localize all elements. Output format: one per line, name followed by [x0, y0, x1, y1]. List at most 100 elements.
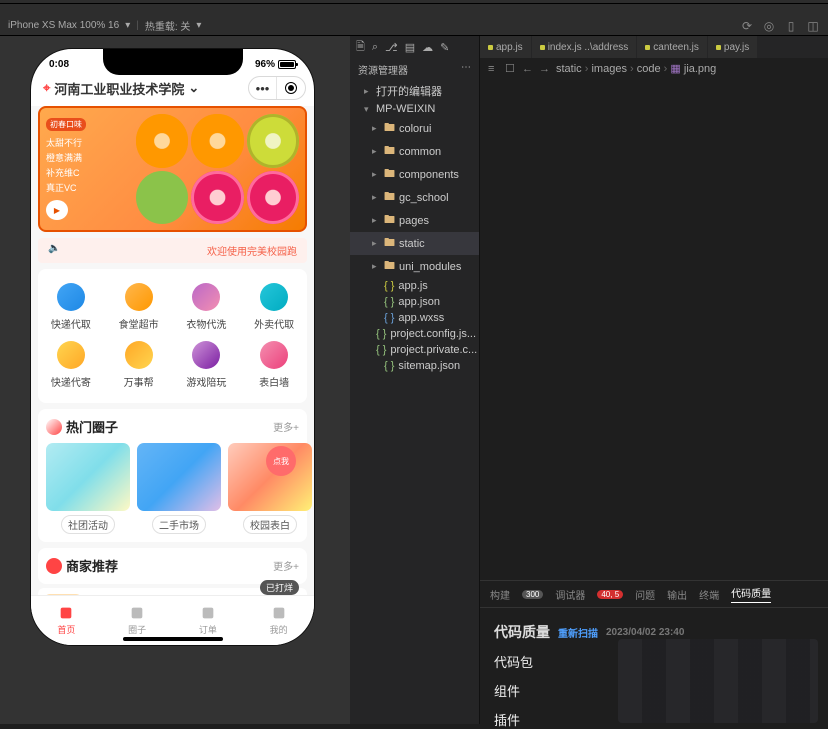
folder-icon: 🖿	[384, 119, 395, 138]
chevron-down-icon[interactable]: ▾	[125, 20, 130, 31]
circle-icon	[128, 605, 146, 621]
capsule-close-icon[interactable]	[277, 77, 305, 99]
tree-folder[interactable]: ▸🖿common	[350, 140, 479, 163]
menu-icon	[125, 283, 153, 311]
breadcrumb-item[interactable]: ▦ jia.png	[670, 63, 716, 75]
breadcrumb[interactable]: ≡ ☐ ← → static › images › code › ▦ jia.p…	[480, 58, 828, 79]
editor-tab[interactable]: pay.js	[708, 36, 757, 58]
editor-tab[interactable]: app.js	[480, 36, 531, 58]
js-icon	[488, 45, 493, 50]
hot-reload[interactable]: 热重载: 关	[145, 18, 191, 33]
tab-3[interactable]: 我的	[243, 596, 314, 645]
branch-icon[interactable]: ⎇	[385, 41, 398, 54]
file-icon: { }	[384, 312, 394, 324]
menu-item[interactable]: 快递代取	[42, 283, 100, 331]
bp-tab[interactable]: 终端	[699, 587, 719, 602]
files-icon[interactable]: 🗎	[356, 38, 365, 57]
banner-button[interactable]: ▶	[46, 200, 68, 220]
tree-file[interactable]: { }project.config.js...	[350, 326, 479, 342]
more-link[interactable]: 更多+	[273, 558, 299, 573]
timestamp: 2023/04/02 23:40	[606, 627, 684, 638]
circle-card[interactable]: 二手市场	[137, 443, 221, 534]
menu-icon[interactable]: ≡	[488, 63, 500, 75]
capsule-menu-icon[interactable]: •••	[249, 77, 277, 99]
menu-item[interactable]: 衣物代洗	[178, 283, 236, 331]
menu-item[interactable]: 快递代寄	[42, 341, 100, 389]
js-icon	[540, 45, 545, 50]
arrow-right-icon[interactable]: →	[539, 63, 551, 75]
breadcrumb-item[interactable]: static	[556, 63, 582, 75]
tree-folder[interactable]: ▸🖿uni_modules	[350, 255, 479, 278]
menu-label: 表白墙	[259, 374, 289, 389]
menu-icon	[260, 341, 288, 369]
banner[interactable]: 初春口味 太甜不行橙意满满补充维C真正VC ▶	[38, 106, 307, 232]
tree-open-editors[interactable]: ▸打开的编辑器	[350, 81, 479, 101]
breadcrumb-item[interactable]: code	[637, 63, 661, 75]
device-label[interactable]: iPhone XS Max 100% 16	[8, 20, 119, 31]
menu-item[interactable]: 外卖代取	[245, 283, 303, 331]
bottom-tabs: 构建 300 调试器 40, 5 问题 输出 终端 代码质量	[480, 581, 828, 608]
menu-item[interactable]: 食堂超市	[110, 283, 168, 331]
search-icon[interactable]: ⌕	[372, 41, 378, 54]
tree-file[interactable]: { }app.js	[350, 278, 479, 294]
bp-tab[interactable]: 问题	[635, 587, 655, 602]
menu-item[interactable]: 表白墙	[245, 341, 303, 389]
phone-notch	[103, 49, 243, 75]
capsule-buttons: •••	[248, 76, 306, 100]
menu-label: 快递代取	[51, 316, 91, 331]
bp-tab[interactable]: 输出	[667, 587, 687, 602]
tree-folder[interactable]: ▸🖿static	[350, 232, 479, 255]
eye-icon[interactable]: ◎	[762, 19, 776, 33]
chevron-down-icon[interactable]: ▾	[196, 20, 201, 31]
notice-bar[interactable]: 🔈 欢迎使用完美校园跑	[38, 238, 307, 263]
quality-title: 代码质量	[494, 622, 550, 642]
status-battery: 96%	[255, 59, 296, 70]
arrow-left-icon[interactable]: ←	[522, 63, 534, 75]
more-icon[interactable]: ⋯	[461, 62, 471, 77]
tree-folder[interactable]: ▸🖿components	[350, 163, 479, 186]
phone-icon[interactable]: ▯	[784, 19, 798, 33]
top-menu-bar[interactable]	[0, 4, 828, 16]
tree-file[interactable]: { }app.wxss	[350, 310, 479, 326]
cloud-icon[interactable]: ☁	[422, 41, 433, 54]
breadcrumb-item[interactable]: images	[591, 63, 626, 75]
tree-root[interactable]: ▾MP-WEIXIN	[350, 101, 479, 117]
menu-label: 食堂超市	[119, 316, 159, 331]
bp-tab[interactable]: 调试器	[555, 587, 585, 602]
editor-tab[interactable]: canteen.js	[637, 36, 707, 58]
refresh-icon[interactable]: ⟳	[740, 19, 754, 33]
bookmark-icon[interactable]: ☐	[505, 62, 517, 75]
fruit-lemon-icon	[247, 114, 299, 168]
corner-badge[interactable]: 点我	[266, 446, 296, 476]
menu-label: 快递代寄	[51, 374, 91, 389]
editor-tab[interactable]: index.js ..\address	[532, 36, 637, 58]
more-link[interactable]: 更多+	[273, 419, 299, 434]
tree-folder[interactable]: ▸🖿colorui	[350, 117, 479, 140]
menu-icon	[192, 283, 220, 311]
location-selector[interactable]: ⌖ 河南工业职业技术学院 ⌄	[43, 79, 199, 98]
menu-label: 衣物代洗	[186, 316, 226, 331]
circle-card[interactable]: 社团活动	[46, 443, 130, 534]
tree-folder[interactable]: ▸🖿gc_school	[350, 186, 479, 209]
file-icon: { }	[376, 328, 386, 340]
explorer-title: 资源管理器	[358, 62, 408, 77]
split-icon[interactable]: ◫	[806, 19, 820, 33]
menu-item[interactable]: 游戏陪玩	[178, 341, 236, 389]
tree-folder[interactable]: ▸🖿pages	[350, 209, 479, 232]
tree-file[interactable]: { }project.private.c...	[350, 342, 479, 358]
file-explorer: 🗎 ⌕ ⎇ ▤ ☁ ✎ 资源管理器 ⋯ ▸打开的编辑器▾MP-WEIXIN▸🖿c…	[350, 36, 480, 724]
tree-file[interactable]: { }app.json	[350, 294, 479, 310]
menu-item[interactable]: 万事帮	[110, 341, 168, 389]
location-pin-icon: ⌖	[43, 80, 50, 96]
bp-tab[interactable]: 构建	[490, 587, 510, 602]
tree-file[interactable]: { }sitemap.json	[350, 358, 479, 374]
tab-0[interactable]: 首页	[31, 596, 102, 645]
folder-icon: 🖿	[384, 257, 395, 276]
brush-icon[interactable]: ✎	[440, 41, 449, 54]
bottom-panel: 构建 300 调试器 40, 5 问题 输出 终端 代码质量 代码质量 重新扫描…	[480, 580, 828, 724]
order-icon	[199, 605, 217, 621]
folder-icon: 🖿	[384, 142, 395, 161]
rescan-link[interactable]: 重新扫描	[558, 625, 598, 640]
bp-tab-active[interactable]: 代码质量	[731, 585, 771, 603]
ext-icon[interactable]: ▤	[405, 41, 415, 54]
